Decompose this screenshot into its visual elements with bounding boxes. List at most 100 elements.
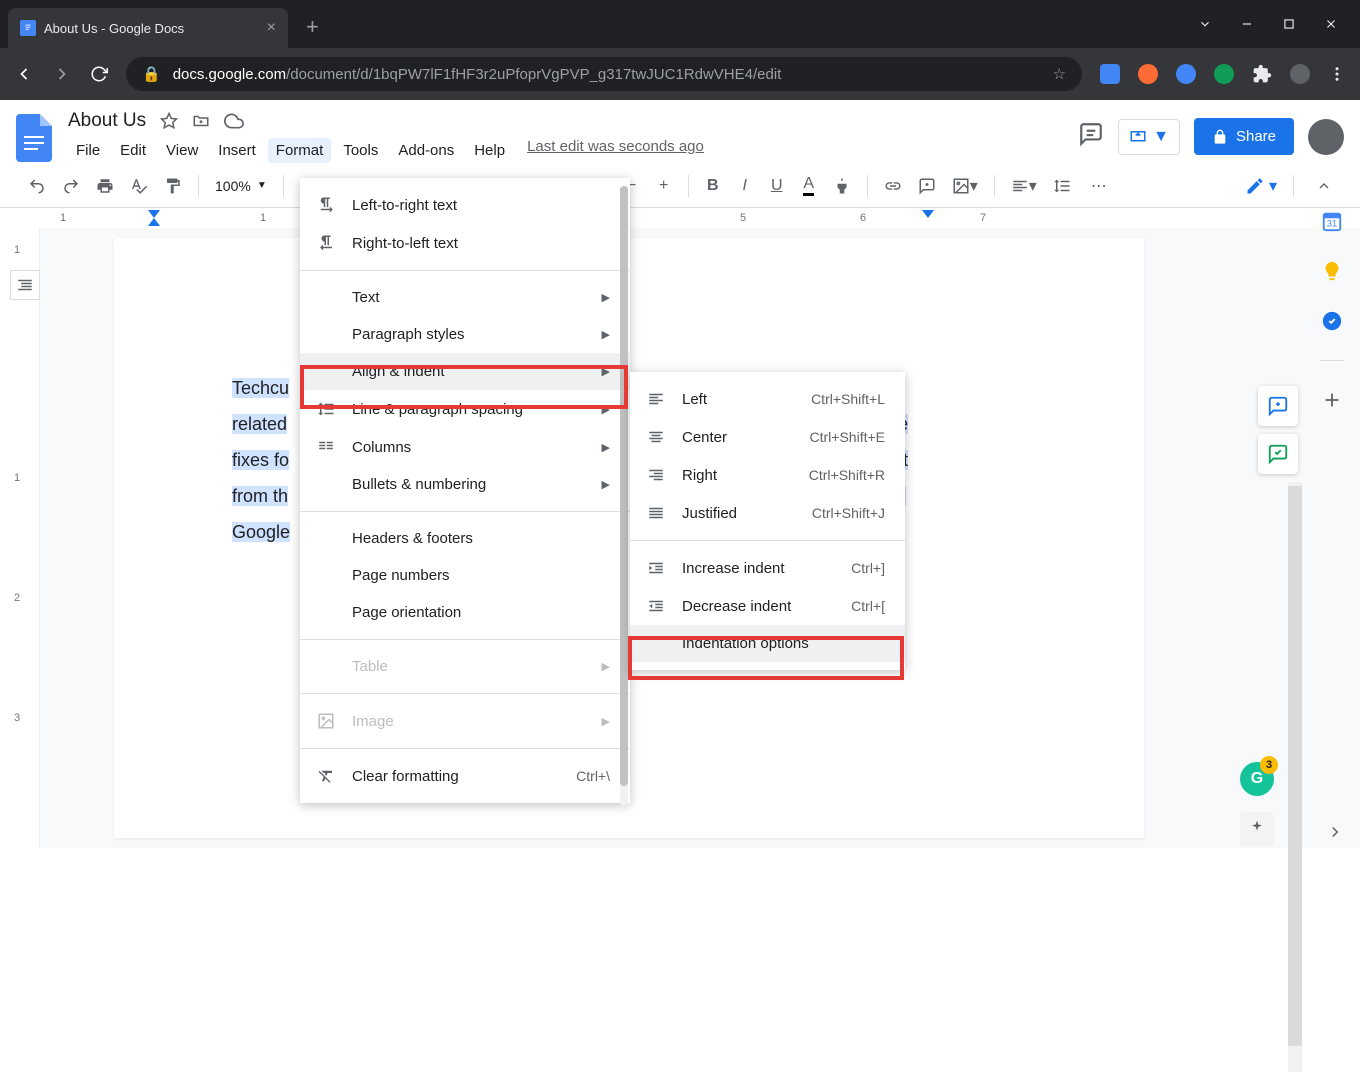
zoom-select[interactable]: 100% ▼	[209, 178, 273, 194]
menu-page-orientation[interactable]: Page orientation	[300, 594, 630, 631]
add-comment-button[interactable]	[1258, 386, 1298, 426]
docs-toolbar: 100% ▼ − + B I U A ▾ ▾ ⋯ ▾	[0, 164, 1360, 208]
menu-ltr-text[interactable]: Left-to-right text	[300, 186, 630, 224]
extension-icon[interactable]	[1100, 64, 1120, 84]
document-title[interactable]: About Us	[68, 110, 146, 132]
menu-text[interactable]: Text▶	[300, 279, 630, 316]
docs-menubar: File Edit View Insert Format Tools Add-o…	[68, 138, 1078, 163]
menu-indentation-options[interactable]: Indentation options	[630, 625, 905, 662]
document-outline-button[interactable]	[10, 270, 40, 300]
address-bar[interactable]: 🔒 docs.google.com/document/d/1bqPW7lF1fH…	[126, 57, 1082, 91]
undo-button[interactable]	[22, 171, 52, 201]
insert-link-button[interactable]	[878, 171, 908, 201]
menu-rtl-text[interactable]: Right-to-left text	[300, 224, 630, 262]
vertical-ruler[interactable]: 1 1 2 3	[0, 228, 40, 848]
menu-line-spacing[interactable]: Line & paragraph spacing▶	[300, 390, 630, 428]
menu-insert[interactable]: Insert	[210, 138, 264, 163]
menu-align-indent[interactable]: Align & indent▶	[300, 353, 630, 390]
menu-edit[interactable]: Edit	[112, 138, 154, 163]
print-button[interactable]	[90, 171, 120, 201]
more-toolbar-button[interactable]: ⋯	[1085, 170, 1113, 202]
chrome-menu-icon[interactable]	[1328, 65, 1346, 83]
new-tab-button[interactable]: +	[306, 14, 319, 40]
menu-increase-indent[interactable]: Increase indentCtrl+]	[630, 549, 905, 587]
browser-tab[interactable]: About Us - Google Docs ×	[8, 8, 288, 48]
right-indent-marker[interactable]	[922, 210, 934, 218]
menu-clear-formatting[interactable]: Clear formattingCtrl+\	[300, 757, 630, 795]
last-edit-link[interactable]: Last edit was seconds ago	[527, 138, 704, 163]
star-icon[interactable]	[160, 112, 178, 130]
extension-icon[interactable]	[1176, 64, 1196, 84]
chevron-down-icon[interactable]	[1198, 17, 1212, 31]
maximize-icon[interactable]	[1282, 17, 1296, 31]
bold-button[interactable]: B	[699, 171, 727, 201]
minimize-icon[interactable]	[1240, 17, 1254, 31]
explore-button[interactable]	[1240, 812, 1274, 846]
add-addon-icon[interactable]	[1321, 389, 1343, 411]
font-size-increase[interactable]: +	[650, 171, 678, 201]
menu-file[interactable]: File	[68, 138, 108, 163]
docs-favicon	[20, 20, 36, 36]
url-domain: docs.google.com	[173, 66, 286, 83]
close-window-icon[interactable]	[1324, 17, 1338, 31]
insert-image-button[interactable]: ▾	[946, 170, 984, 202]
align-button[interactable]: ▾	[1005, 170, 1043, 202]
menu-align-left[interactable]: LeftCtrl+Shift+L	[630, 380, 905, 418]
bookmark-star-icon[interactable]: ☆	[1053, 65, 1066, 83]
suggest-edits-button[interactable]	[1258, 434, 1298, 474]
menu-bullets-numbering[interactable]: Bullets & numbering▶	[300, 466, 630, 503]
menu-tools[interactable]: Tools	[335, 138, 386, 163]
comment-history-icon[interactable]	[1078, 121, 1104, 152]
menu-page-numbers[interactable]: Page numbers	[300, 557, 630, 594]
paint-format-button[interactable]	[158, 171, 188, 201]
grammarly-badge[interactable]: G3	[1240, 762, 1274, 796]
browser-url-bar: 🔒 docs.google.com/document/d/1bqPW7lF1fH…	[0, 48, 1360, 100]
margin-actions	[1258, 386, 1298, 474]
svg-text:31: 31	[1327, 219, 1337, 229]
menu-format[interactable]: Format	[268, 138, 332, 163]
forward-button[interactable]	[52, 64, 72, 84]
docs-logo[interactable]	[16, 110, 56, 164]
menu-view[interactable]: View	[158, 138, 206, 163]
menu-scrollbar[interactable]	[620, 186, 628, 806]
profile-avatar[interactable]	[1290, 64, 1310, 84]
indent-marker-bottom[interactable]	[148, 218, 160, 226]
present-button[interactable]: ▼	[1118, 119, 1180, 155]
show-side-panel-button[interactable]	[1326, 823, 1344, 846]
menu-columns[interactable]: Columns▶	[300, 428, 630, 466]
underline-button[interactable]: U	[763, 171, 791, 201]
keep-icon[interactable]	[1321, 260, 1343, 282]
spellcheck-button[interactable]	[124, 171, 154, 201]
menu-align-right[interactable]: RightCtrl+Shift+R	[630, 456, 905, 494]
menu-paragraph-styles[interactable]: Paragraph styles▶	[300, 316, 630, 353]
close-tab-icon[interactable]: ×	[267, 19, 276, 37]
line-spacing-button[interactable]	[1047, 171, 1077, 201]
menu-decrease-indent[interactable]: Decrease indentCtrl+[	[630, 587, 905, 625]
page-scrollbar[interactable]	[1288, 482, 1302, 1072]
menu-addons[interactable]: Add-ons	[390, 138, 462, 163]
menu-headers-footers[interactable]: Headers & footers	[300, 520, 630, 557]
text-color-button[interactable]: A	[795, 169, 823, 202]
highlight-button[interactable]	[827, 171, 857, 201]
extension-icon[interactable]	[1138, 64, 1158, 84]
editing-mode-button[interactable]: ▾	[1245, 176, 1277, 196]
menu-align-center[interactable]: CenterCtrl+Shift+E	[630, 418, 905, 456]
indent-marker-top[interactable]	[148, 210, 160, 218]
back-button[interactable]	[14, 64, 34, 84]
share-button[interactable]: Share	[1194, 118, 1294, 155]
insert-comment-button[interactable]	[912, 171, 942, 201]
reload-button[interactable]	[90, 65, 108, 83]
move-icon[interactable]	[192, 112, 210, 130]
tasks-icon[interactable]	[1321, 310, 1343, 332]
menu-help[interactable]: Help	[466, 138, 513, 163]
redo-button[interactable]	[56, 171, 86, 201]
calendar-icon[interactable]: 31	[1321, 210, 1343, 232]
extensions-puzzle-icon[interactable]	[1252, 64, 1272, 84]
menu-align-justified[interactable]: JustifiedCtrl+Shift+J	[630, 494, 905, 532]
italic-button[interactable]: I	[731, 171, 759, 201]
account-avatar[interactable]	[1308, 119, 1344, 155]
extension-icon[interactable]	[1214, 64, 1234, 84]
horizontal-ruler[interactable]: 1 1 2 3 4 5 6 7	[40, 208, 1360, 228]
cloud-status-icon[interactable]	[224, 111, 244, 131]
menu-table: Table▶	[300, 648, 630, 685]
